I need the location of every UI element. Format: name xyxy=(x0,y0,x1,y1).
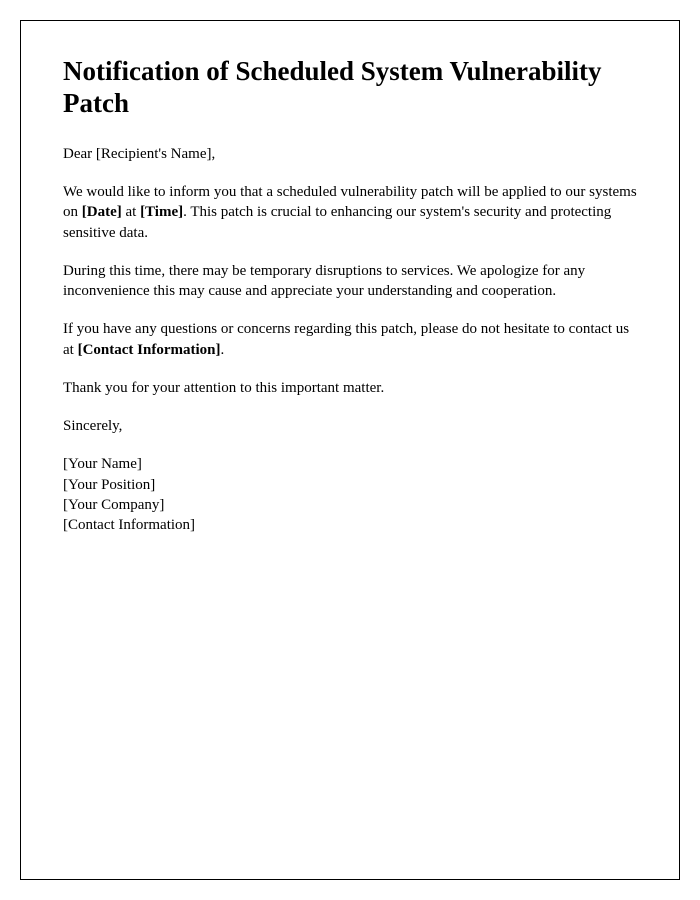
document-frame: Notification of Scheduled System Vulnera… xyxy=(20,20,680,880)
signature-company: [Your Company] xyxy=(63,495,637,515)
closing: Sincerely, xyxy=(63,416,637,436)
paragraph-2: During this time, there may be temporary… xyxy=(63,261,637,302)
signature-position: [Your Position] xyxy=(63,475,637,495)
para3-text-2: . xyxy=(220,342,224,358)
signature-contact: [Contact Information] xyxy=(63,515,637,535)
salutation-prefix: Dear xyxy=(63,146,96,162)
contact-placeholder: [Contact Information] xyxy=(78,342,221,358)
signature-block: [Your Name] [Your Position] [Your Compan… xyxy=(63,454,637,535)
paragraph-1: We would like to inform you that a sched… xyxy=(63,182,637,243)
signature-name: [Your Name] xyxy=(63,454,637,474)
paragraph-3: If you have any questions or concerns re… xyxy=(63,319,637,360)
recipient-name-placeholder: [Recipient's Name] xyxy=(96,146,212,162)
salutation: Dear [Recipient's Name], xyxy=(63,144,637,164)
paragraph-4: Thank you for your attention to this imp… xyxy=(63,378,637,398)
document-title: Notification of Scheduled System Vulnera… xyxy=(63,55,637,120)
salutation-suffix: , xyxy=(211,146,215,162)
date-placeholder: [Date] xyxy=(82,204,122,220)
para1-text-2: at xyxy=(122,204,140,220)
time-placeholder: [Time] xyxy=(140,204,183,220)
